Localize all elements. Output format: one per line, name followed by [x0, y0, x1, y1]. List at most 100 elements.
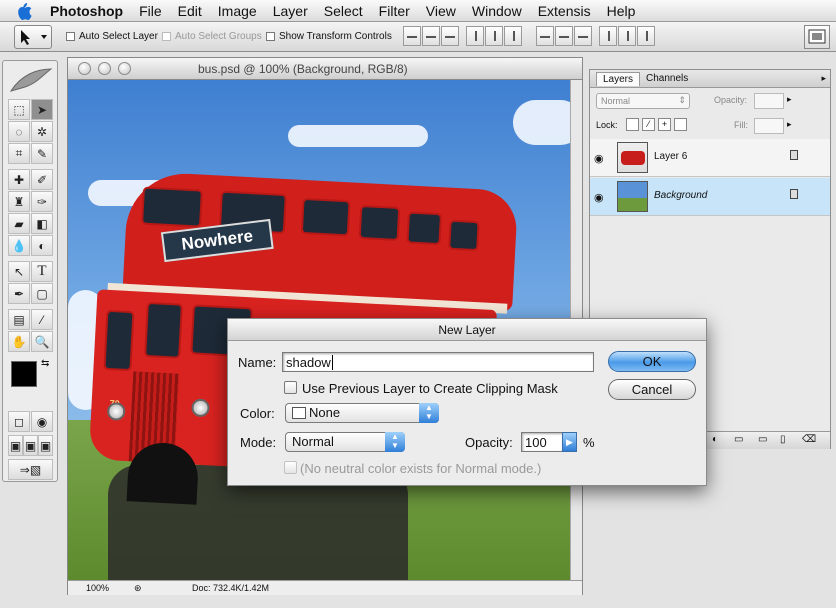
distribute-right-button[interactable] — [637, 26, 655, 46]
zoom-button[interactable] — [118, 62, 131, 75]
menu-edit[interactable]: Edit — [170, 3, 210, 19]
foreground-color-swatch[interactable] — [11, 361, 37, 387]
blend-mode-select[interactable]: Normal ⇕ — [596, 93, 690, 109]
menu-extensis[interactable]: Extensis — [530, 3, 599, 19]
status-options-icon[interactable]: ⊛ — [134, 583, 142, 594]
screen-mode-standard[interactable]: ▣ — [8, 435, 23, 456]
menu-view[interactable]: View — [418, 3, 464, 19]
shape-tool[interactable]: ▢ — [31, 283, 53, 304]
lock-all-button[interactable] — [674, 118, 687, 131]
menu-file[interactable]: File — [131, 3, 170, 19]
hand-tool[interactable]: ✋ — [8, 331, 30, 352]
path-selection-tool[interactable]: ↖ — [8, 261, 30, 282]
align-left-button[interactable] — [466, 26, 484, 46]
popup-arrows-icon: ▲ ▼ — [419, 403, 439, 423]
crop-tool[interactable]: ⌗ — [8, 143, 30, 164]
history-brush-tool[interactable]: ✑ — [31, 191, 53, 212]
eye-icon[interactable]: ◉ — [594, 152, 604, 165]
healing-brush-tool[interactable]: ✚ — [8, 169, 30, 190]
neutral-color-label: (No neutral color exists for Normal mode… — [300, 461, 542, 476]
new-group-icon[interactable]: ▭ — [734, 434, 743, 445]
layer-row[interactable]: ◉ Layer 6 — [590, 139, 830, 177]
menu-window[interactable]: Window — [464, 3, 530, 19]
lasso-tool[interactable]: ◌ — [8, 121, 30, 142]
checkbox-icon — [266, 32, 275, 41]
menu-app-name[interactable]: Photoshop — [42, 3, 131, 19]
clone-stamp-tool[interactable]: ♜ — [8, 191, 30, 212]
feather-logo-icon — [9, 68, 53, 92]
minimize-button[interactable] — [98, 62, 111, 75]
eraser-tool[interactable]: ▰ — [8, 213, 30, 234]
zoom-level[interactable]: 100% — [86, 583, 109, 593]
menu-image[interactable]: Image — [210, 3, 265, 19]
distribute-vcenter-button[interactable] — [555, 26, 573, 46]
color-select[interactable]: None ▲ ▼ — [285, 403, 439, 423]
palette-menu-icon[interactable]: ▸ — [821, 73, 826, 84]
clipping-mask-checkbox[interactable] — [284, 381, 297, 394]
zoom-tool[interactable]: 🔍 — [31, 331, 53, 352]
layer-name-input[interactable]: shadow — [282, 352, 594, 372]
distribute-top-button[interactable] — [536, 26, 554, 46]
eye-icon[interactable]: ◉ — [594, 191, 604, 204]
align-bottom-button[interactable] — [441, 26, 459, 46]
pen-tool[interactable]: ✒ — [8, 283, 30, 304]
quick-mask-button[interactable]: ◉ — [31, 411, 53, 432]
blur-tool[interactable]: 💧 — [8, 235, 30, 256]
new-layer-icon[interactable]: ▯ — [780, 434, 786, 445]
brush-tool[interactable]: ✐ — [31, 169, 53, 190]
opacity-arrow-icon[interactable]: ▸ — [787, 94, 792, 105]
trash-icon[interactable]: ⌫ — [802, 434, 816, 445]
lock-paint-button[interactable]: ⁄ — [642, 118, 655, 131]
menu-layer[interactable]: Layer — [265, 3, 316, 19]
tool-preset-picker[interactable] — [14, 25, 52, 49]
lock-transparency-button[interactable] — [626, 118, 639, 131]
menu-help[interactable]: Help — [599, 3, 644, 19]
fill-field[interactable] — [754, 118, 784, 134]
auto-select-layer-checkbox[interactable]: Auto Select Layer — [66, 31, 158, 42]
standard-mode-button[interactable]: ◻ — [8, 411, 30, 432]
align-top-button[interactable] — [403, 26, 421, 46]
move-tool[interactable]: ➤ — [31, 99, 53, 120]
document-title-bar[interactable]: bus.psd @ 100% (Background, RGB/8) — [68, 58, 582, 80]
close-button[interactable] — [78, 62, 91, 75]
menu-select[interactable]: Select — [316, 3, 371, 19]
align-right-button[interactable] — [504, 26, 522, 46]
dodge-tool[interactable]: ◐ — [31, 235, 53, 256]
magic-wand-tool[interactable]: ✲ — [31, 121, 53, 142]
layer-thumbnail — [617, 142, 648, 173]
align-vcenter-button[interactable] — [422, 26, 440, 46]
mode-select[interactable]: Normal ▲ ▼ — [285, 432, 405, 452]
type-tool[interactable]: T — [31, 261, 53, 282]
ok-button[interactable]: OK — [608, 351, 696, 372]
palette-well-button[interactable] — [804, 25, 830, 49]
slice-tool[interactable]: ✎ — [31, 143, 53, 164]
tab-channels[interactable]: Channels — [640, 72, 694, 85]
show-transform-controls-checkbox[interactable]: Show Transform Controls — [266, 31, 392, 42]
distribute-hcenter-button[interactable] — [618, 26, 636, 46]
gradient-tool[interactable]: ◧ — [31, 213, 53, 234]
tab-layers[interactable]: Layers — [596, 72, 641, 86]
cancel-button[interactable]: Cancel — [608, 379, 696, 400]
notes-tool[interactable]: ▤ — [8, 309, 30, 330]
new-set-icon[interactable]: ▭ — [758, 434, 767, 445]
fill-arrow-icon[interactable]: ▸ — [787, 119, 792, 130]
screen-mode-full-menu[interactable]: ▣ — [23, 435, 38, 456]
document-size-info[interactable]: Doc: 732.4K/1.42M — [192, 583, 269, 593]
distribute-left-button[interactable] — [599, 26, 617, 46]
opacity-field[interactable] — [754, 93, 784, 109]
align-hcenter-button[interactable] — [485, 26, 503, 46]
adjustment-layer-icon[interactable]: ◐ — [712, 434, 718, 445]
layer-row-selected[interactable]: ◉ Background — [590, 178, 830, 216]
opacity-input[interactable]: 100 — [521, 432, 563, 452]
marquee-tool[interactable]: ⬚ — [8, 99, 30, 120]
menu-filter[interactable]: Filter — [371, 3, 418, 19]
distribute-bottom-button[interactable] — [574, 26, 592, 46]
eyedropper-tool[interactable]: ⁄ — [31, 309, 53, 330]
jump-to-imageready-button[interactable]: ⇒▧ — [8, 459, 53, 480]
opacity-slider-button[interactable]: ▶ — [562, 432, 577, 452]
menu-bar: Photoshop File Edit Image Layer Select F… — [0, 0, 836, 22]
screen-mode-full[interactable]: ▣ — [38, 435, 53, 456]
apple-icon[interactable] — [0, 2, 42, 20]
swap-colors-icon[interactable]: ⇆ — [41, 358, 49, 369]
lock-position-button[interactable]: + — [658, 118, 671, 131]
